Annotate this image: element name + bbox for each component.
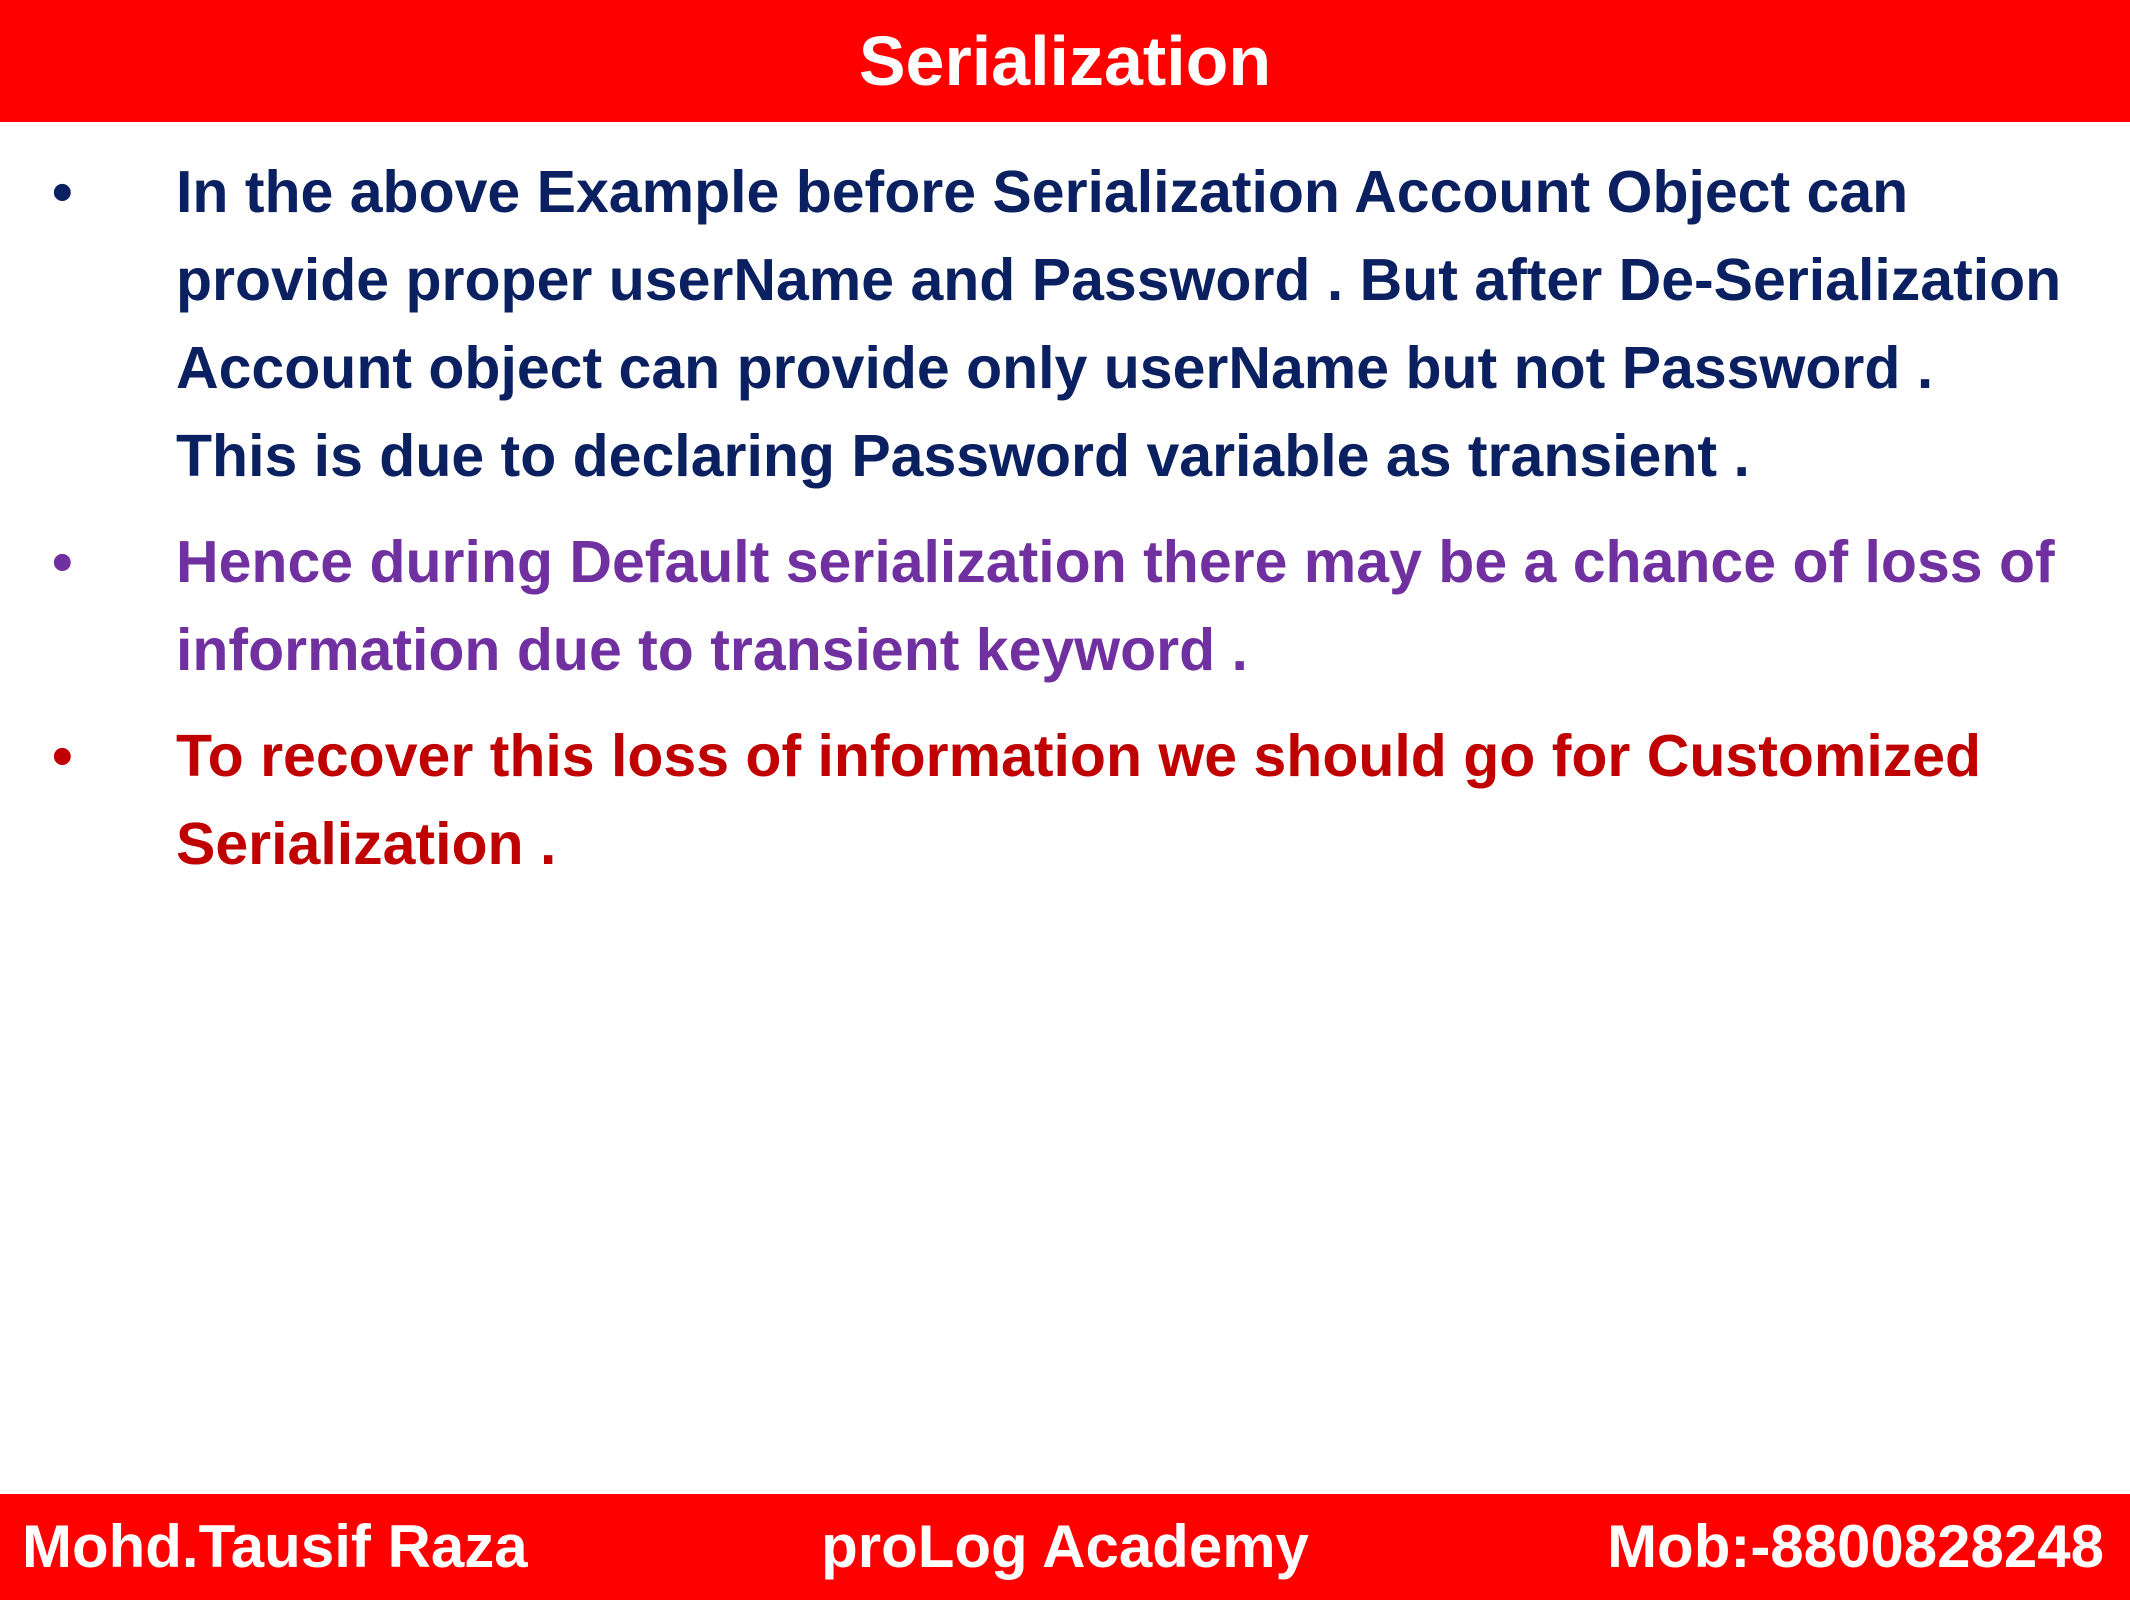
bullet-text: To recover this loss of information we s… [176,723,2014,877]
mobile-number: Mob:-8800828248 [1607,1513,2104,1580]
bullet-item-1: • In the above Example before Serializat… [0,148,2130,500]
bullet-marker: • [52,723,73,789]
bullet-text: In the above Example before Serializatio… [176,159,2062,489]
author-name: Mohd.Tausif Raza [22,1513,528,1580]
slide-title: Serialization [858,22,1272,100]
bullet-text: Hence during Default serialization there… [176,529,2055,683]
footer-bar: Mohd.Tausif Raza proLog Academy Mob:-880… [0,1494,2130,1600]
bullet-item-2: • Hence during Default serialization the… [0,518,2130,694]
academy-name: proLog Academy [821,1513,1309,1580]
title-bar: Serialization [0,0,2130,122]
bullet-item-3: • To recover this loss of information we… [0,712,2130,888]
bullet-marker: • [52,529,73,595]
bullet-list: • In the above Example before Serializat… [0,148,2130,906]
bullet-marker: • [52,159,73,225]
